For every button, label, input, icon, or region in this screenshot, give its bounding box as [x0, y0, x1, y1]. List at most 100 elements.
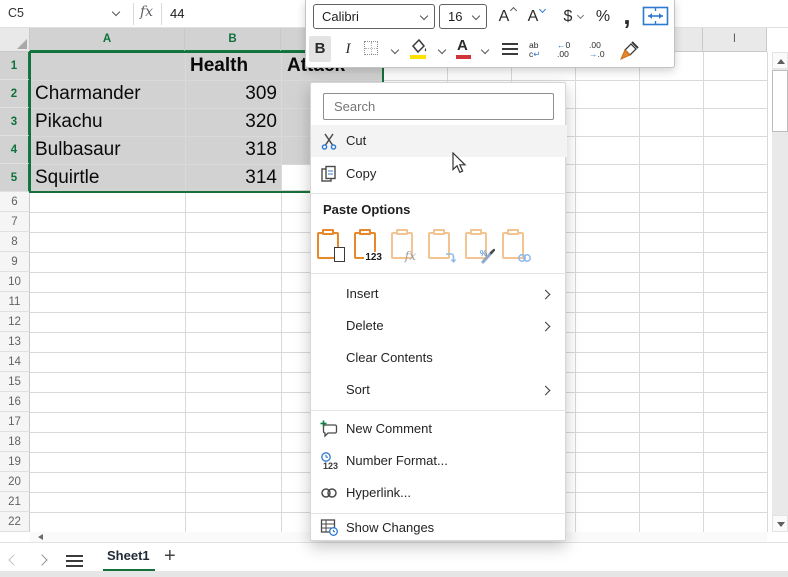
- scroll-up-button[interactable]: [772, 52, 788, 69]
- font-size-dropdown[interactable]: 16: [439, 4, 487, 29]
- cell-b3[interactable]: 320: [185, 108, 277, 136]
- chevron-down-icon: [420, 12, 428, 20]
- submenu-chevron-icon: [541, 290, 551, 300]
- formula-input[interactable]: 44: [170, 0, 184, 27]
- row-header-7[interactable]: 7: [0, 212, 30, 232]
- scroll-down-button[interactable]: [772, 515, 788, 532]
- cell-b5[interactable]: 314: [185, 164, 277, 192]
- wrap-text-button[interactable]: abc↵: [529, 41, 540, 59]
- row-header-11[interactable]: 11: [0, 292, 30, 312]
- menu-item-insert[interactable]: Insert: [311, 278, 567, 310]
- font-color-button[interactable]: A: [457, 37, 468, 54]
- status-strip: [0, 571, 788, 577]
- row-header-9[interactable]: 9: [0, 252, 30, 272]
- bold-button[interactable]: B: [309, 36, 331, 62]
- hyperlink-icon: [320, 484, 338, 502]
- italic-button[interactable]: I: [339, 36, 357, 62]
- menu-item-delete[interactable]: Delete: [311, 310, 567, 342]
- row-header-12[interactable]: 12: [0, 312, 30, 332]
- increase-decimal-button[interactable]: .00→.0: [589, 41, 605, 59]
- row-header-13[interactable]: 13: [0, 332, 30, 352]
- paste-keep-source-formatting-icon[interactable]: [317, 229, 343, 261]
- row-header-20[interactable]: 20: [0, 472, 30, 492]
- menu-item-clear-contents[interactable]: Clear Contents: [311, 342, 567, 374]
- row-header-18[interactable]: 18: [0, 432, 30, 452]
- paste-formatting-icon[interactable]: %: [465, 229, 491, 261]
- row-header-2[interactable]: 2: [0, 80, 30, 108]
- row-header-6[interactable]: 6: [0, 192, 30, 212]
- menu-item-cut[interactable]: Cut: [311, 125, 567, 157]
- paste-link-icon[interactable]: [502, 229, 528, 261]
- new-comment-icon: [320, 420, 338, 438]
- format-painter-button[interactable]: [619, 39, 641, 66]
- merge-cells-icon: [642, 6, 669, 26]
- row-header-22[interactable]: 22: [0, 512, 30, 532]
- prev-sheet-chevron-icon[interactable]: [8, 554, 19, 565]
- paste-formulas-icon: fx: [391, 229, 417, 261]
- row-header-1[interactable]: 1: [0, 52, 30, 80]
- row-header-21[interactable]: 21: [0, 492, 30, 512]
- row-header-19[interactable]: 19: [0, 452, 30, 472]
- cell-a5[interactable]: Squirtle: [35, 164, 99, 192]
- alignment-button[interactable]: [502, 43, 518, 55]
- cell-a2[interactable]: Charmander: [35, 80, 141, 108]
- borders-icon[interactable]: [364, 41, 378, 55]
- context-menu: Cut Copy Paste Options 123 fx: [310, 82, 566, 541]
- vertical-scrollbar[interactable]: [772, 52, 788, 532]
- cell-a3[interactable]: Pikachu: [35, 108, 103, 136]
- next-sheet-chevron-icon[interactable]: [36, 554, 47, 565]
- paste-transpose-icon[interactable]: [428, 229, 454, 261]
- sheet-tab-sheet1[interactable]: Sheet1: [107, 543, 150, 569]
- fill-color-chevron-icon[interactable]: [438, 46, 446, 54]
- row-header-5[interactable]: 5: [0, 164, 30, 192]
- row-header-8[interactable]: 8: [0, 232, 30, 252]
- fill-color-button[interactable]: [410, 38, 428, 59]
- column-header-a[interactable]: A: [30, 28, 185, 52]
- percent-style-button[interactable]: %: [590, 4, 616, 30]
- menu-divider: [311, 273, 567, 274]
- row-header-17[interactable]: 17: [0, 412, 30, 432]
- menu-item-sort[interactable]: Sort: [311, 374, 567, 406]
- row-header-14[interactable]: 14: [0, 352, 30, 372]
- column-header-b[interactable]: B: [185, 28, 281, 52]
- accounting-format-button[interactable]: $: [552, 4, 584, 30]
- add-sheet-button[interactable]: +: [164, 543, 176, 571]
- decrease-decimal-button[interactable]: ←0.00: [557, 41, 570, 59]
- search-input[interactable]: [323, 93, 554, 120]
- all-sheets-menu-icon[interactable]: [66, 555, 83, 570]
- arrow-up-icon: [777, 59, 785, 64]
- merge-cells-button[interactable]: [641, 6, 669, 31]
- cell-b2[interactable]: 309: [185, 80, 277, 108]
- menu-item-show-changes[interactable]: Show Changes: [311, 513, 567, 542]
- name-box[interactable]: C5: [8, 0, 24, 27]
- cell-b1[interactable]: Health: [190, 52, 248, 80]
- arrow-down-icon: [777, 522, 785, 527]
- fx-icon: fx: [140, 4, 153, 20]
- paste-values-icon[interactable]: 123: [354, 229, 380, 261]
- paste-options-label: Paste Options: [323, 199, 523, 221]
- vertical-scrollbar-thumb[interactable]: [772, 70, 788, 132]
- decrease-font-size-button[interactable]: A: [520, 4, 546, 30]
- copy-icon: [320, 165, 338, 183]
- menu-item-hyperlink[interactable]: Hyperlink...: [311, 477, 567, 509]
- select-all-corner[interactable]: [0, 28, 30, 52]
- comma-style-button[interactable]: ,: [619, 0, 635, 30]
- show-changes-icon: [320, 518, 338, 536]
- row-header-10[interactable]: 10: [0, 272, 30, 292]
- cell-b4[interactable]: 318: [185, 136, 277, 164]
- cell-a4[interactable]: Bulbasaur: [35, 136, 121, 164]
- menu-item-number-format[interactable]: 123 Number Format...: [311, 445, 567, 477]
- row-header-16[interactable]: 16: [0, 392, 30, 412]
- font-color-chevron-icon[interactable]: [481, 46, 489, 54]
- row-header-15[interactable]: 15: [0, 372, 30, 392]
- font-name-dropdown[interactable]: Calibri: [313, 4, 435, 29]
- menu-item-copy[interactable]: Copy: [311, 158, 567, 190]
- row-header-4[interactable]: 4: [0, 136, 30, 164]
- column-header-i[interactable]: I: [703, 28, 767, 52]
- menu-item-new-comment[interactable]: New Comment: [311, 413, 567, 445]
- submenu-chevron-icon: [541, 386, 551, 396]
- increase-font-size-button[interactable]: A: [491, 4, 517, 30]
- row-header-3[interactable]: 3: [0, 108, 30, 136]
- name-box-chevron-down-icon[interactable]: [112, 8, 120, 16]
- borders-chevron-icon[interactable]: [391, 46, 399, 54]
